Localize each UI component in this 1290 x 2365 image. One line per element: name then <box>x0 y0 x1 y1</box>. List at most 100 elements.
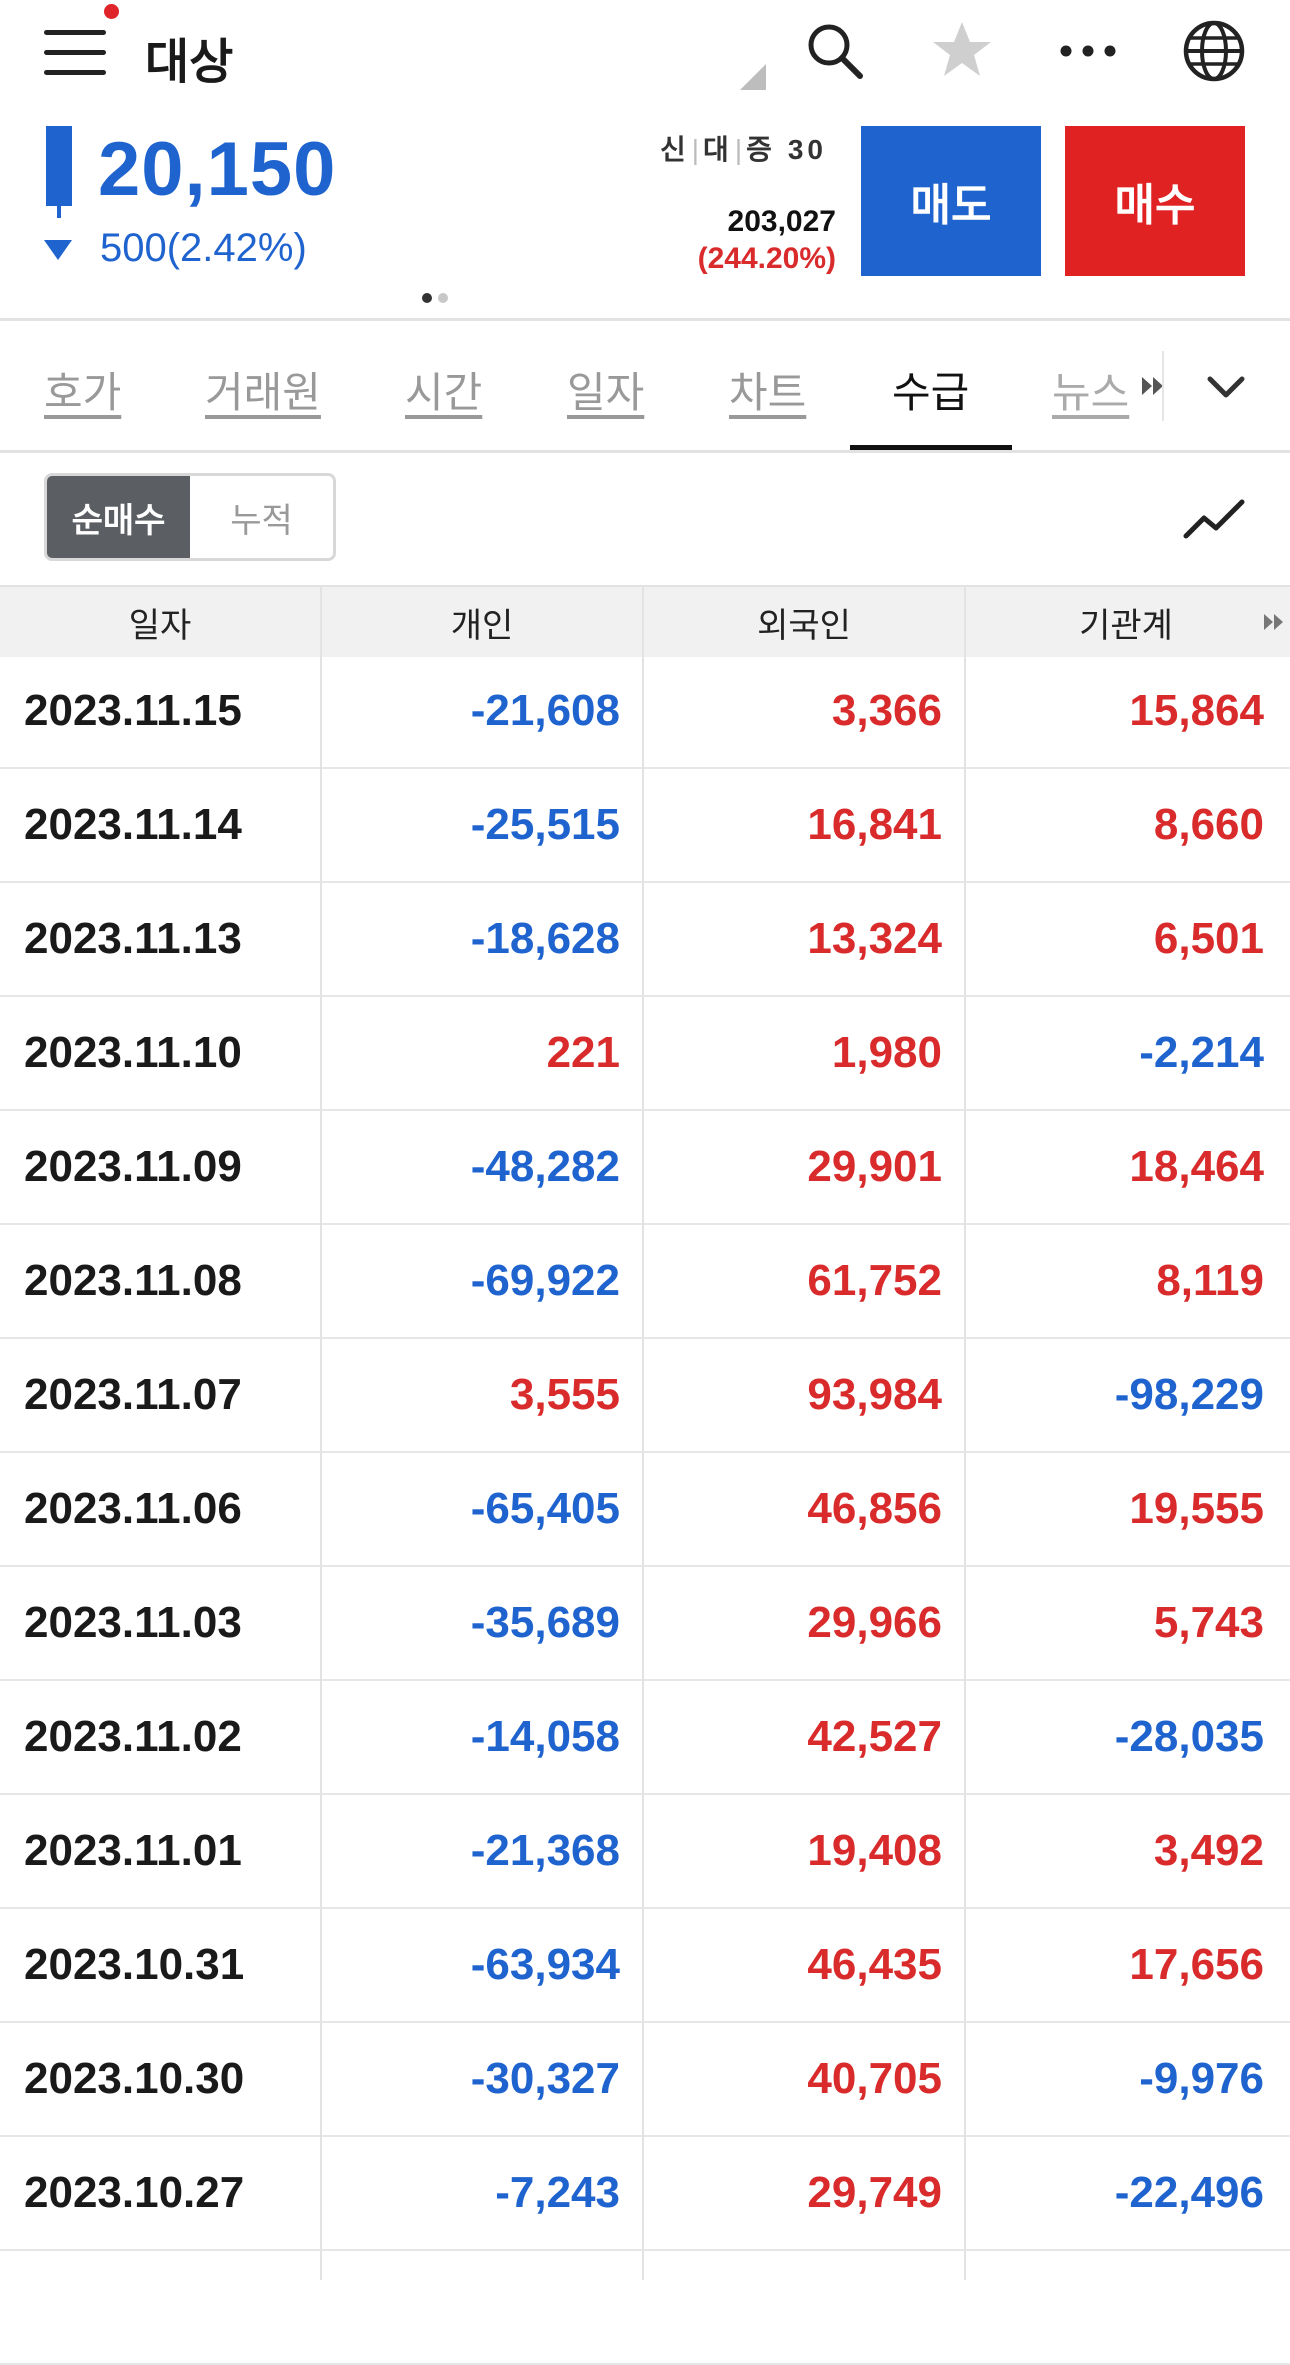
individual-cell: -21,368 <box>470 1826 620 1875</box>
current-price: 20,150 <box>98 127 337 212</box>
institution-cell: 8,119 <box>1156 1256 1264 1305</box>
foreign-cell: 40,705 <box>807 2054 942 2103</box>
foreign-cell: 46,856 <box>807 1484 942 1533</box>
table-header: 일자 개인 외국인 기관계 <box>0 585 1290 657</box>
column-header-foreign: 외국인 <box>757 606 851 645</box>
date-cell: 2023.11.03 <box>24 1598 242 1647</box>
page-dot-2 <box>438 293 448 303</box>
institution-cell: -28,035 <box>1114 1712 1264 1761</box>
toggle-cumulative[interactable]: 누적 <box>190 476 333 558</box>
date-cell: 2023.11.08 <box>24 1256 242 1305</box>
credit-label-shin: 신 <box>660 134 686 165</box>
tab-supply-demand[interactable]: 수급 <box>892 359 969 420</box>
date-cell: 2023.10.30 <box>24 2054 245 2103</box>
date-cell: 2023.10.27 <box>24 2168 245 2217</box>
chevron-down-icon[interactable] <box>1198 365 1254 409</box>
more-icon[interactable] <box>1054 16 1122 84</box>
individual-cell: -14,058 <box>470 1712 620 1761</box>
column-header-individual: 개인 <box>450 606 514 645</box>
table-row[interactable] <box>0 2251 1290 2365</box>
table-row[interactable]: 2023.11.08 -69,922 61,752 8,119 <box>0 1225 1290 1339</box>
date-cell: 2023.11.01 <box>24 1826 242 1875</box>
institution-cell: 18,464 <box>1129 1142 1264 1191</box>
table-row[interactable]: 2023.11.06 -65,405 46,856 19,555 <box>0 1453 1290 1567</box>
notification-dot <box>104 4 119 19</box>
foreign-cell: 29,901 <box>807 1142 942 1191</box>
date-cell: 2023.10.31 <box>24 1940 245 1989</box>
menu-icon[interactable] <box>44 4 119 76</box>
institution-cell: -98,229 <box>1114 1370 1264 1419</box>
tab-chart[interactable]: 차트 <box>729 359 806 420</box>
individual-cell: -25,515 <box>470 800 620 849</box>
foreign-cell: 19,408 <box>807 1826 942 1875</box>
column-header-date: 일자 <box>128 606 192 645</box>
column-divider <box>320 585 322 2280</box>
institution-cell: 5,743 <box>1153 1598 1264 1647</box>
search-icon[interactable] <box>800 16 868 84</box>
institution-cell: -22,496 <box>1114 2168 1264 2217</box>
table-row[interactable]: 2023.10.30 -30,327 40,705 -9,976 <box>0 2023 1290 2137</box>
tab-time[interactable]: 시간 <box>405 359 482 420</box>
individual-cell: -18,628 <box>470 914 620 963</box>
foreign-cell: 16,841 <box>807 800 942 849</box>
table-row[interactable]: 2023.11.15 -21,608 3,366 15,864 <box>0 655 1290 769</box>
table-row[interactable]: 2023.11.01 -21,368 19,408 3,492 <box>0 1795 1290 1909</box>
scroll-right-icon[interactable] <box>1262 609 1288 635</box>
credit-label-jeung: 증 <box>746 134 772 165</box>
tab-bar: 호가 거래원 시간 일자 차트 수급 뉴스 <box>0 321 1290 450</box>
individual-cell: -30,327 <box>470 2054 620 2103</box>
star-icon[interactable] <box>928 16 996 84</box>
page-dot-1 <box>422 293 432 303</box>
tab-hoga[interactable]: 호가 <box>44 359 121 420</box>
institution-cell: 3,492 <box>1153 1826 1264 1875</box>
price-change: 500(2.42%) <box>100 226 307 270</box>
trading-volume: 203,027 <box>727 205 836 238</box>
institution-cell: -2,214 <box>1139 1028 1264 1077</box>
column-header-institution: 기관계 <box>1079 606 1173 645</box>
individual-cell: -35,689 <box>470 1598 620 1647</box>
toggle-net-buy[interactable]: 순매수 <box>47 476 190 558</box>
foreign-cell: 29,966 <box>807 1598 942 1647</box>
line-chart-icon[interactable] <box>1182 490 1248 546</box>
page-indicator <box>422 290 454 308</box>
tab-daily[interactable]: 일자 <box>567 359 644 420</box>
individual-cell: -63,934 <box>470 1940 620 1989</box>
globe-icon[interactable] <box>1180 16 1248 84</box>
individual-cell: -69,922 <box>470 1256 620 1305</box>
tab-broker[interactable]: 거래원 <box>205 359 321 420</box>
table-row[interactable]: 2023.11.10 221 1,980 -2,214 <box>0 997 1290 1111</box>
individual-cell: 3,555 <box>509 1370 620 1419</box>
foreign-cell: 42,527 <box>807 1712 942 1761</box>
sell-button[interactable]: 매도 <box>861 126 1041 276</box>
buy-button[interactable]: 매수 <box>1065 126 1245 276</box>
table-row[interactable]: 2023.10.31 -63,934 46,435 17,656 <box>0 1909 1290 2023</box>
credit-info: 신 | 대 | 증 30 <box>660 134 828 165</box>
date-cell: 2023.11.07 <box>24 1370 242 1419</box>
table-row[interactable]: 2023.10.27 -7,243 29,749 -22,496 <box>0 2137 1290 2251</box>
table-row[interactable]: 2023.11.07 3,555 93,984 -98,229 <box>0 1339 1290 1453</box>
table-row[interactable]: 2023.11.02 -14,058 42,527 -28,035 <box>0 1681 1290 1795</box>
institution-cell: -9,976 <box>1139 2054 1264 2103</box>
date-cell: 2023.11.02 <box>24 1712 242 1761</box>
institution-cell: 17,656 <box>1129 1940 1264 1989</box>
foreign-cell: 13,324 <box>807 914 942 963</box>
table-row[interactable]: 2023.11.13 -18,628 13,324 6,501 <box>0 883 1290 997</box>
table-row[interactable]: 2023.11.09 -48,282 29,901 18,464 <box>0 1111 1290 1225</box>
column-divider <box>642 585 644 2280</box>
date-cell: 2023.11.15 <box>24 686 242 735</box>
institution-cell <box>966 2251 1264 2363</box>
tab-news[interactable]: 뉴스 <box>1052 359 1132 420</box>
app-header: 대상 <box>0 0 1290 104</box>
tab-separator <box>1162 351 1164 421</box>
column-divider <box>964 585 966 2280</box>
table-row[interactable]: 2023.11.03 -35,689 29,966 5,743 <box>0 1567 1290 1681</box>
date-cell <box>24 2251 314 2363</box>
date-cell: 2023.11.14 <box>24 800 242 849</box>
credit-value: 30 <box>787 134 828 165</box>
view-mode-toggle: 순매수 누적 <box>44 473 336 561</box>
institution-cell: 19,555 <box>1129 1484 1264 1533</box>
foreign-cell: 46,435 <box>807 1940 942 1989</box>
individual-cell: -65,405 <box>470 1484 620 1533</box>
table-row[interactable]: 2023.11.14 -25,515 16,841 8,660 <box>0 769 1290 883</box>
individual-cell: -21,608 <box>470 686 620 735</box>
